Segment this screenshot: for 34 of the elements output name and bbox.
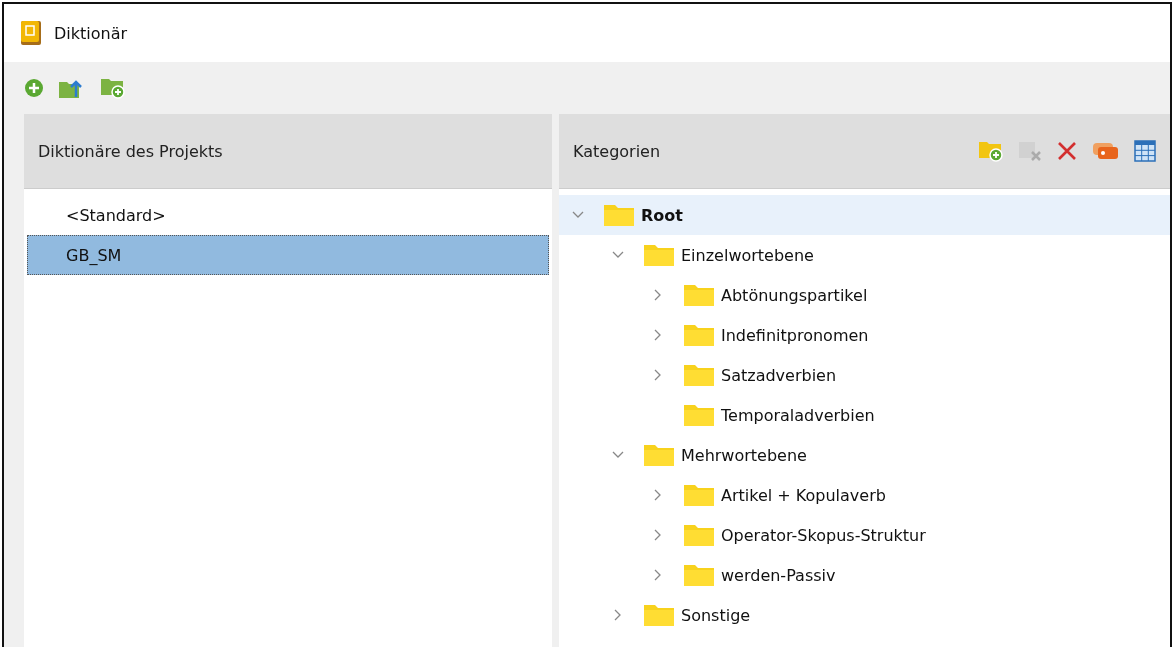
folder-icon — [683, 563, 715, 587]
tree-item[interactable]: Temporaladverbien — [559, 395, 1170, 435]
tree-item[interactable]: Abtönungspartikel — [559, 275, 1170, 315]
tree-item[interactable]: Satzadverbien — [559, 355, 1170, 395]
folder-icon — [683, 283, 715, 307]
tag-icon[interactable] — [1092, 141, 1120, 161]
folder-icon — [643, 443, 675, 467]
folder-icon — [603, 203, 635, 227]
folder-add-icon[interactable] — [978, 140, 1004, 162]
list-item[interactable]: GB_SM — [27, 235, 549, 275]
tree-item[interactable]: Indefinitpronomen — [559, 315, 1170, 355]
table-icon[interactable] — [1134, 140, 1156, 162]
tree-item[interactable]: Artikel + Kopulaverb — [559, 475, 1170, 515]
close-icon[interactable] — [1056, 140, 1078, 162]
tree-item[interactable]: Root — [559, 195, 1170, 235]
book-icon — [20, 20, 42, 46]
folder-add-icon[interactable] — [100, 77, 126, 99]
folder-icon — [683, 363, 715, 387]
folder-icon — [643, 603, 675, 627]
tree-item[interactable]: Einzelwortebene — [559, 235, 1170, 275]
folder-icon — [683, 523, 715, 547]
tree-item[interactable]: Mehrwortebene — [559, 435, 1170, 475]
list-item[interactable]: <Standard> — [27, 195, 549, 235]
folder-icon — [683, 323, 715, 347]
panel-header: Diktionäre des Projekts — [38, 141, 223, 161]
folder-icon — [643, 243, 675, 267]
folder-icon — [683, 403, 715, 427]
add-icon[interactable] — [24, 78, 44, 98]
window-title: Diktionär — [54, 23, 128, 43]
tree-item[interactable]: werden-Passiv — [559, 555, 1170, 595]
panel-header: Kategorien — [573, 141, 661, 161]
tree-item[interactable]: Operator-Skopus-Struktur — [559, 515, 1170, 555]
tree-item[interactable]: Sonstige — [559, 595, 1170, 635]
folder-icon — [683, 483, 715, 507]
